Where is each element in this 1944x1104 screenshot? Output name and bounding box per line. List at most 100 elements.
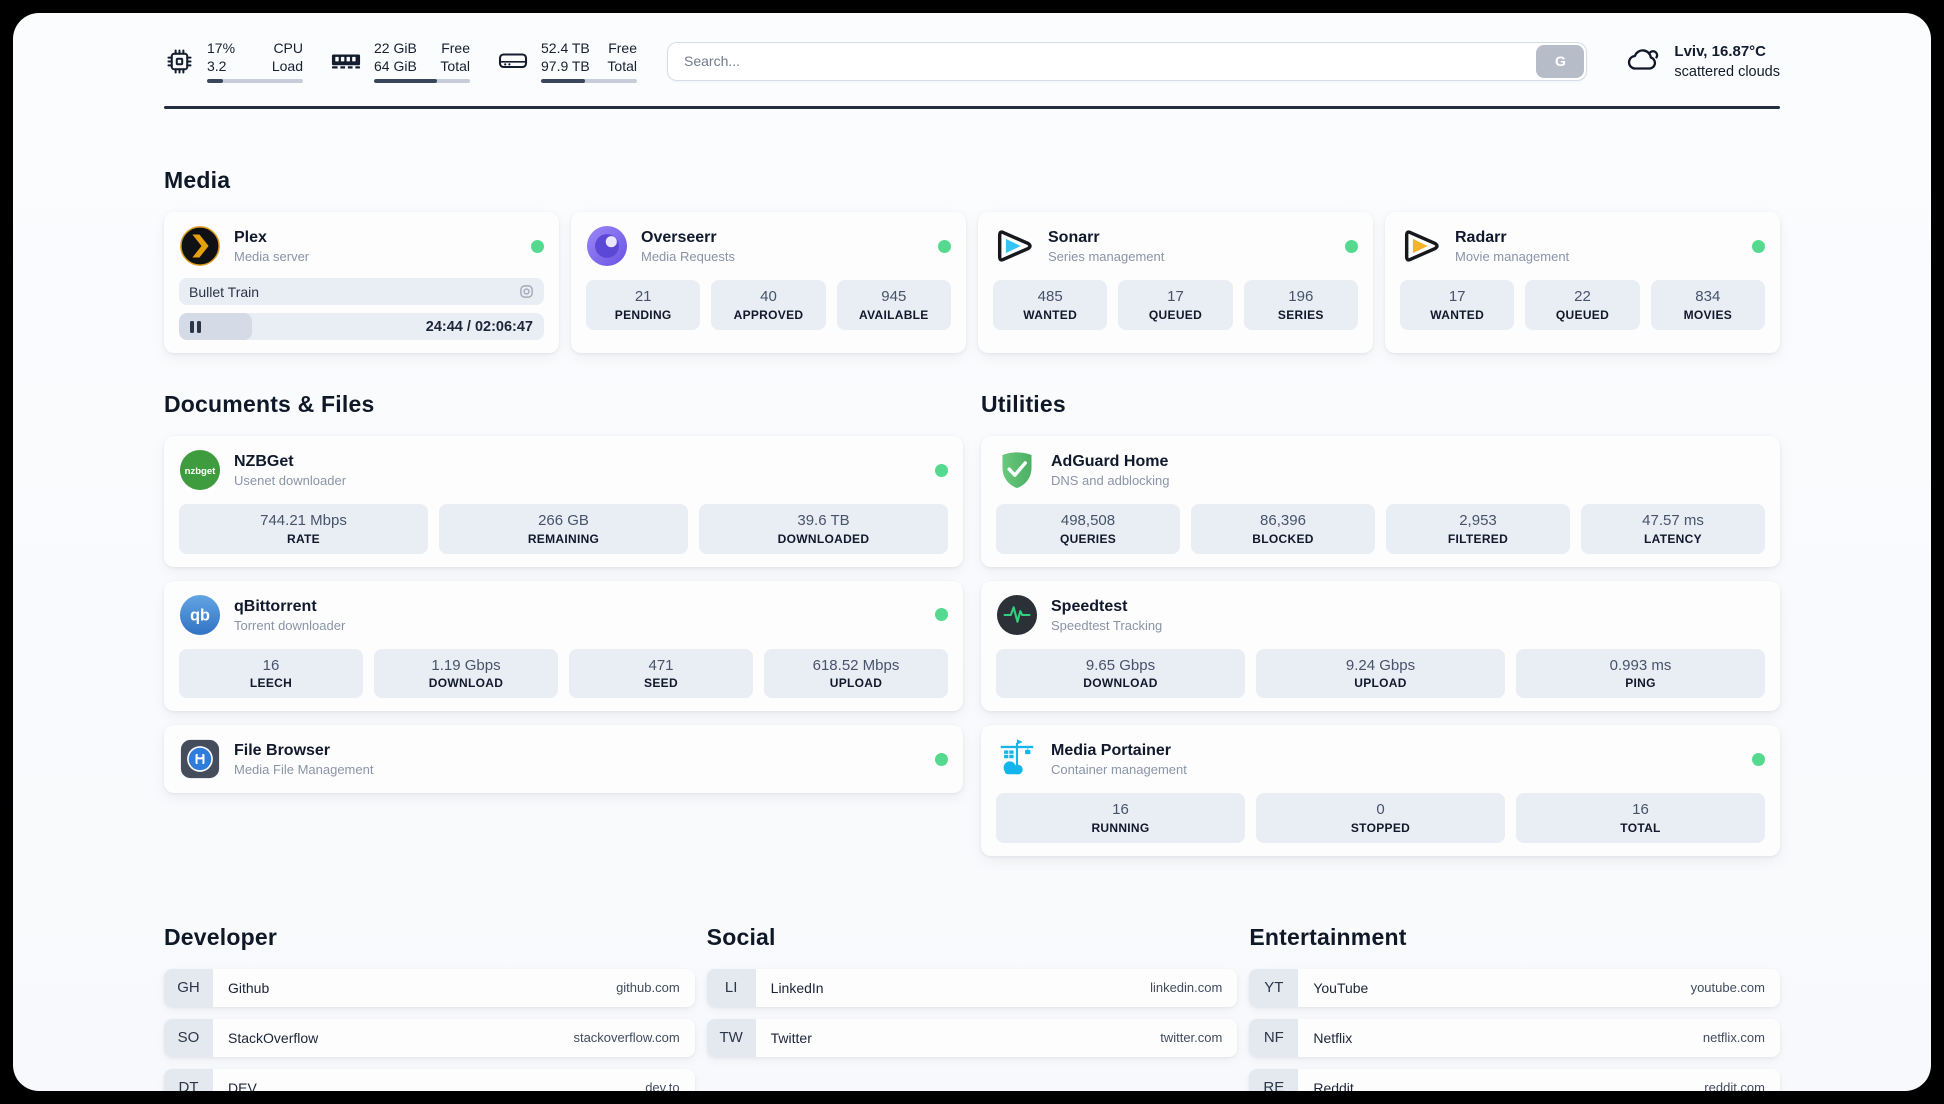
stat-value: 16 bbox=[1632, 801, 1649, 819]
cpu-stat: 17% 3.2 CPU Load bbox=[164, 39, 303, 84]
service-subtitle: Media server bbox=[234, 249, 310, 265]
bookmark-url: dev.to bbox=[645, 1080, 680, 1091]
service-card-adguard[interactable]: AdGuard Home DNS and adblocking 498,508 … bbox=[981, 436, 1780, 567]
bookmark-stackoverflow[interactable]: SO StackOverflow stackoverflow.com bbox=[164, 1018, 695, 1057]
nzbget-icon: nzbget bbox=[179, 449, 221, 491]
plex-icon bbox=[179, 225, 221, 267]
stat-pill: 834 MOVIES bbox=[1650, 280, 1765, 330]
stat-label: TOTAL bbox=[1620, 820, 1661, 835]
stat-value: 834 bbox=[1695, 288, 1721, 306]
stat-value: 1.19 Gbps bbox=[431, 656, 501, 674]
stat-label: APPROVED bbox=[733, 307, 804, 322]
cpu-usage-value: 17% bbox=[207, 40, 236, 56]
portainer-icon bbox=[996, 738, 1038, 780]
stat-label: MOVIES bbox=[1683, 307, 1733, 322]
stat-pill: 471 SEED bbox=[569, 648, 753, 699]
bookmark-github[interactable]: GH Github github.com bbox=[164, 968, 695, 1007]
service-name: Sonarr bbox=[1048, 229, 1100, 247]
bookmark-name: LinkedIn bbox=[770, 979, 824, 996]
bookmark-name: YouTube bbox=[1313, 979, 1369, 996]
stat-label: BLOCKED bbox=[1252, 531, 1314, 546]
service-card-qbittorrent[interactable]: qb qBittorrent Torrent downloader 16 LEE… bbox=[164, 580, 963, 712]
bookmark-url: youtube.com bbox=[1690, 980, 1765, 996]
disk-stat: 52.4 TB 97.9 TB Free Total bbox=[498, 39, 637, 84]
bookmark-netflix[interactable]: NF Netflix netflix.com bbox=[1249, 1018, 1780, 1057]
memory-free-label: Free bbox=[441, 40, 470, 56]
service-card-filebrowser[interactable]: File Browser Media File Management bbox=[164, 725, 963, 794]
bookmark-abbr: NF bbox=[1249, 1018, 1299, 1057]
service-subtitle: Torrent downloader bbox=[234, 617, 346, 633]
stat-pill: 0 STOPPED bbox=[1256, 793, 1505, 843]
section-title-entertainment: Entertainment bbox=[1249, 923, 1407, 950]
service-subtitle: Media File Management bbox=[234, 762, 374, 778]
disk-free-label: Free bbox=[608, 40, 637, 56]
stat-label: STOPPED bbox=[1350, 820, 1411, 835]
bookmark-name: StackOverflow bbox=[228, 1029, 319, 1046]
status-dot bbox=[531, 239, 544, 253]
service-card-plex[interactable]: Plex Media server Bullet Train 24:44 / 0… bbox=[164, 212, 559, 354]
svg-text:qb: qb bbox=[190, 607, 210, 625]
service-name: Plex bbox=[234, 229, 267, 247]
stat-pill: 39.6 TB DOWNLOADED bbox=[699, 504, 948, 554]
search-bar: G bbox=[667, 41, 1588, 81]
status-dot bbox=[1345, 239, 1358, 253]
stat-label: RATE bbox=[287, 531, 320, 546]
stat-value: 945 bbox=[881, 288, 907, 306]
stat-label: QUEUED bbox=[1148, 307, 1203, 322]
disk-progress-fill bbox=[541, 79, 586, 84]
adguard-icon bbox=[996, 449, 1038, 491]
bookmark-youtube[interactable]: YT YouTube youtube.com bbox=[1249, 968, 1780, 1007]
service-name: NZBGet bbox=[234, 453, 294, 471]
stat-value: 744.21 Mbps bbox=[260, 512, 347, 530]
filebrowser-icon bbox=[179, 738, 221, 780]
service-card-nzbget[interactable]: nzbget NZBGet Usenet downloader 744.21 M… bbox=[164, 436, 963, 567]
playback-bar: 24:44 / 02:06:47 bbox=[179, 313, 544, 341]
search-input[interactable] bbox=[667, 41, 1588, 81]
service-subtitle: Container management bbox=[1051, 762, 1187, 778]
ram-icon bbox=[331, 46, 361, 76]
section-title-media: Media bbox=[164, 167, 231, 194]
stat-value: 9.24 Gbps bbox=[1345, 656, 1416, 674]
stat-pill: 22 QUEUED bbox=[1525, 280, 1640, 330]
service-card-sonarr[interactable]: Sonarr Series management 485 WANTED 17 Q… bbox=[978, 212, 1373, 354]
service-name: Radarr bbox=[1455, 229, 1507, 247]
memory-stat: 22 GiB 64 GiB Free Total bbox=[331, 39, 470, 84]
stat-pill: 485 WANTED bbox=[993, 280, 1108, 330]
memory-total-label: Total bbox=[440, 58, 470, 75]
service-subtitle: Media Requests bbox=[641, 249, 735, 265]
disk-icon bbox=[498, 46, 528, 76]
bookmark-abbr: DT bbox=[164, 1068, 213, 1091]
bookmark-url: stackoverflow.com bbox=[573, 1030, 680, 1046]
bookmark-dev[interactable]: DT DEV dev.to bbox=[164, 1068, 695, 1091]
service-subtitle: Speedtest Tracking bbox=[1051, 617, 1163, 633]
service-card-overseerr[interactable]: Overseerr Media Requests 21 PENDING 40 A… bbox=[571, 212, 966, 354]
disk-progress-track bbox=[541, 79, 637, 84]
bookmark-linkedin[interactable]: LI LinkedIn linkedin.com bbox=[706, 968, 1238, 1007]
bookmark-name: Reddit bbox=[1313, 1079, 1354, 1091]
stat-value: 9.65 Gbps bbox=[1085, 656, 1156, 674]
stat-label: LEECH bbox=[249, 676, 293, 691]
memory-free-value: 22 GiB bbox=[374, 40, 417, 56]
stat-label: QUEUED bbox=[1555, 307, 1610, 322]
media-preview-icon[interactable] bbox=[519, 284, 534, 299]
service-card-radarr[interactable]: Radarr Movie management 17 WANTED 22 QUE… bbox=[1385, 212, 1780, 354]
stat-label: DOWNLOAD bbox=[1083, 676, 1158, 691]
service-name: Overseerr bbox=[641, 229, 717, 247]
stat-value: 17 bbox=[1167, 288, 1184, 306]
bookmark-reddit[interactable]: RE Reddit reddit.com bbox=[1249, 1068, 1780, 1091]
system-stats: 17% 3.2 CPU Load 22 GiB 64 GiB Free Tota… bbox=[164, 39, 637, 84]
search-engine-button[interactable]: G bbox=[1536, 44, 1585, 78]
stat-value: 0 bbox=[1376, 801, 1385, 819]
bookmark-url: reddit.com bbox=[1704, 1080, 1765, 1091]
bookmark-twitter[interactable]: TW Twitter twitter.com bbox=[706, 1018, 1238, 1057]
stat-value: 22 bbox=[1574, 288, 1591, 306]
cpu-icon bbox=[164, 46, 194, 76]
service-card-speedtest[interactable]: Speedtest Speedtest Tracking 9.65 Gbps D… bbox=[981, 580, 1780, 712]
stat-pill: 17 WANTED bbox=[1400, 280, 1515, 330]
stat-value: 0.993 ms bbox=[1609, 656, 1672, 674]
service-card-portainer[interactable]: Media Portainer Container management 16 … bbox=[981, 725, 1780, 856]
stat-pill: 16 TOTAL bbox=[1516, 793, 1765, 843]
now-playing-title: Bullet Train bbox=[189, 283, 260, 300]
bookmark-abbr: GH bbox=[164, 968, 213, 1007]
pause-button[interactable] bbox=[190, 320, 201, 333]
